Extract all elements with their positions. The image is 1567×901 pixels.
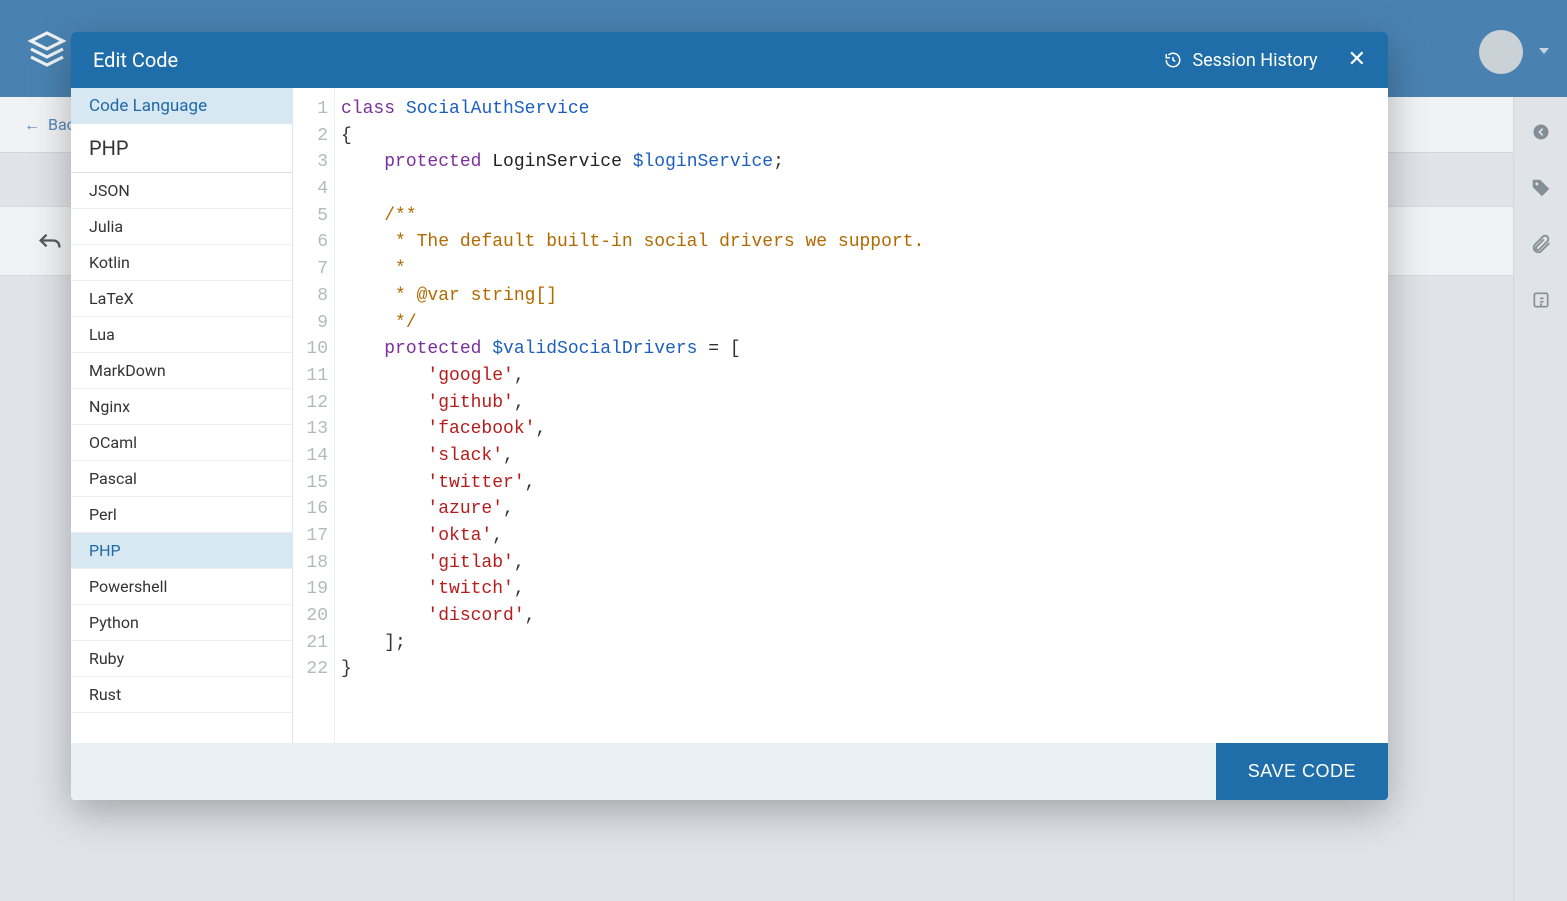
language-item-json[interactable]: JSON bbox=[71, 173, 292, 209]
modal-title: Edit Code bbox=[93, 48, 178, 72]
language-item-python[interactable]: Python bbox=[71, 605, 292, 641]
code-line[interactable]: * The default built-in social drivers we… bbox=[341, 229, 924, 256]
language-item-rust[interactable]: Rust bbox=[71, 677, 292, 713]
code-line[interactable]: 'gitlab', bbox=[341, 550, 924, 577]
line-number: 7 bbox=[293, 256, 328, 283]
history-icon bbox=[1164, 51, 1182, 69]
line-number: 16 bbox=[293, 496, 328, 523]
line-number: 8 bbox=[293, 283, 328, 310]
code-line[interactable]: 'discord', bbox=[341, 603, 924, 630]
code-editor[interactable]: 12345678910111213141516171819202122 clas… bbox=[293, 88, 1388, 743]
code-line[interactable]: ]; bbox=[341, 630, 924, 657]
code-line[interactable]: 'facebook', bbox=[341, 416, 924, 443]
line-number: 20 bbox=[293, 603, 328, 630]
code-line[interactable]: 'azure', bbox=[341, 496, 924, 523]
language-item-julia[interactable]: Julia bbox=[71, 209, 292, 245]
language-item-perl[interactable]: Perl bbox=[71, 497, 292, 533]
code-line[interactable] bbox=[341, 176, 924, 203]
line-number: 21 bbox=[293, 630, 328, 657]
session-history-button[interactable]: Session History bbox=[1164, 50, 1317, 71]
code-line[interactable]: * bbox=[341, 256, 924, 283]
code-line[interactable]: 'twitter', bbox=[341, 470, 924, 497]
language-item-pascal[interactable]: Pascal bbox=[71, 461, 292, 497]
language-item-ruby[interactable]: Ruby bbox=[71, 641, 292, 677]
language-item-markdown[interactable]: MarkDown bbox=[71, 353, 292, 389]
edit-code-modal: Edit Code Session History ✕ Code Languag… bbox=[71, 32, 1388, 800]
code-line[interactable]: protected LoginService $loginService; bbox=[341, 149, 924, 176]
code-line[interactable]: 'github', bbox=[341, 390, 924, 417]
language-item-nginx[interactable]: Nginx bbox=[71, 389, 292, 425]
line-number: 12 bbox=[293, 390, 328, 417]
line-number: 15 bbox=[293, 470, 328, 497]
language-item-kotlin[interactable]: Kotlin bbox=[71, 245, 292, 281]
code-content[interactable]: class SocialAuthService{ protected Login… bbox=[335, 88, 924, 743]
code-line[interactable]: 'slack', bbox=[341, 443, 924, 470]
line-number: 13 bbox=[293, 416, 328, 443]
close-button[interactable]: ✕ bbox=[1348, 49, 1366, 71]
language-item-ocaml[interactable]: OCaml bbox=[71, 425, 292, 461]
language-item-lua[interactable]: Lua bbox=[71, 317, 292, 353]
session-history-label: Session History bbox=[1192, 50, 1317, 71]
language-current: PHP bbox=[71, 124, 292, 173]
line-number: 6 bbox=[293, 229, 328, 256]
code-line[interactable]: } bbox=[341, 656, 924, 683]
code-line[interactable]: class SocialAuthService bbox=[341, 96, 924, 123]
line-number: 4 bbox=[293, 176, 328, 203]
code-line[interactable]: /** bbox=[341, 203, 924, 230]
line-number: 10 bbox=[293, 336, 328, 363]
line-number: 18 bbox=[293, 550, 328, 577]
line-number: 1 bbox=[293, 96, 328, 123]
code-line[interactable]: protected $validSocialDrivers = [ bbox=[341, 336, 924, 363]
line-number: 19 bbox=[293, 576, 328, 603]
code-line[interactable]: { bbox=[341, 123, 924, 150]
line-number: 9 bbox=[293, 310, 328, 337]
line-number: 3 bbox=[293, 149, 328, 176]
language-sidebar-header: Code Language bbox=[71, 88, 292, 124]
code-line[interactable]: 'google', bbox=[341, 363, 924, 390]
line-number: 2 bbox=[293, 123, 328, 150]
modal-header: Edit Code Session History ✕ bbox=[71, 32, 1388, 88]
line-number: 17 bbox=[293, 523, 328, 550]
close-icon: ✕ bbox=[1348, 47, 1366, 72]
code-line[interactable]: */ bbox=[341, 310, 924, 337]
language-sidebar: Code Language PHP JSONJuliaKotlinLaTeXLu… bbox=[71, 88, 293, 743]
line-number: 11 bbox=[293, 363, 328, 390]
code-line[interactable]: 'twitch', bbox=[341, 576, 924, 603]
line-number: 22 bbox=[293, 656, 328, 683]
language-item-powershell[interactable]: Powershell bbox=[71, 569, 292, 605]
modal-footer: SAVE CODE bbox=[71, 743, 1388, 800]
language-item-php[interactable]: PHP bbox=[71, 533, 292, 569]
save-code-button[interactable]: SAVE CODE bbox=[1216, 743, 1388, 800]
code-line[interactable]: 'okta', bbox=[341, 523, 924, 550]
language-list[interactable]: JSONJuliaKotlinLaTeXLuaMarkDownNginxOCam… bbox=[71, 173, 292, 743]
line-number: 5 bbox=[293, 203, 328, 230]
code-line[interactable]: * @var string[] bbox=[341, 283, 924, 310]
line-number: 14 bbox=[293, 443, 328, 470]
line-number-gutter: 12345678910111213141516171819202122 bbox=[293, 88, 335, 743]
language-item-latex[interactable]: LaTeX bbox=[71, 281, 292, 317]
